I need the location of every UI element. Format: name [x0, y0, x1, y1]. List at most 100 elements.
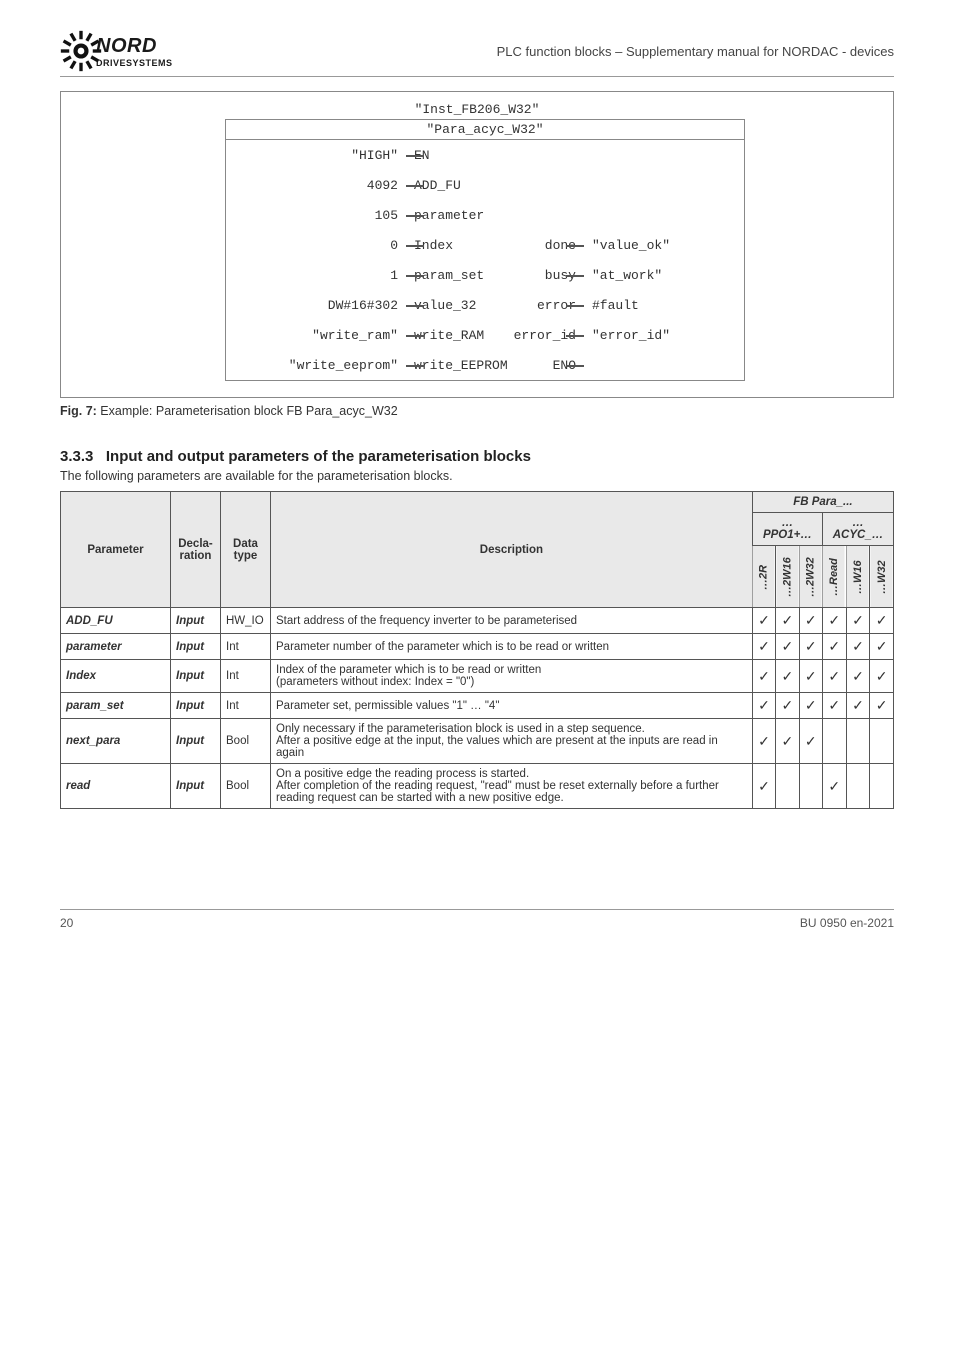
table-cell: ✓: [752, 719, 775, 764]
th-description: Description: [271, 492, 753, 608]
parameter-table: Parameter Decla- ration Data type Descri…: [60, 491, 894, 809]
table-cell: parameter: [61, 634, 171, 660]
table-cell: ✓: [870, 608, 894, 634]
th-group-top: FB Para_...: [752, 492, 893, 513]
gear-icon: [60, 30, 102, 72]
th-sub-w32: …W32: [870, 546, 894, 608]
brand-name: NORD: [96, 35, 173, 58]
table-cell: Start address of the frequency inverter …: [271, 608, 753, 634]
table-cell: ✓: [752, 634, 775, 660]
table-row: next_paraInputBoolOnly necessary if the …: [61, 719, 894, 764]
fb-out-val: #fault: [592, 298, 639, 313]
th-sub-2r: …2R: [752, 546, 775, 608]
table-row: IndexInputIntIndex of the parameter whic…: [61, 660, 894, 693]
th-sub-2w32: …2W32: [799, 546, 822, 608]
fb-instance-name: "Inst_FB206_W32": [81, 102, 873, 117]
header-doc-title: PLC function blocks – Supplementary manu…: [497, 44, 894, 59]
table-cell: [870, 719, 894, 764]
table-row: param_setInputIntParameter set, permissi…: [61, 693, 894, 719]
footer-doc-id: BU 0950 en-2021: [800, 916, 894, 930]
th-group-acyc: …ACYC_…: [822, 513, 893, 546]
table-cell: Index of the parameter which is to be re…: [271, 660, 753, 693]
table-cell: Bool: [221, 719, 271, 764]
fb-out-val: "value_ok": [592, 238, 670, 253]
table-cell: Input: [171, 634, 221, 660]
table-cell: Bool: [221, 764, 271, 809]
table-cell: Int: [221, 660, 271, 693]
page-footer: 20 BU 0950 en-2021: [60, 909, 894, 930]
th-sub-2w16: …2W16: [776, 546, 799, 608]
table-cell: ✓: [822, 608, 846, 634]
table-cell: Input: [171, 764, 221, 809]
fb-in-val: 105: [375, 208, 398, 223]
th-group-ppo1: …PPO1+…: [752, 513, 822, 546]
table-cell: ✓: [799, 608, 822, 634]
table-cell: Int: [221, 693, 271, 719]
table-cell: read: [61, 764, 171, 809]
figure-caption: Fig. 7: Example: Parameterisation block …: [60, 404, 894, 418]
fb-type-name: "Para_acyc_W32": [226, 120, 744, 140]
table-cell: ✓: [822, 634, 846, 660]
figure-label: Fig. 7:: [60, 404, 97, 418]
section-description: The following parameters are available f…: [60, 469, 894, 483]
fb-in-val: "write_eeprom": [289, 358, 398, 373]
table-cell: ✓: [752, 764, 775, 809]
brand-logo: NORD DRIVESYSTEMS: [60, 30, 173, 72]
table-cell: ✓: [870, 693, 894, 719]
table-cell: ✓: [870, 660, 894, 693]
table-cell: next_para: [61, 719, 171, 764]
fb-in-val: 1: [390, 268, 398, 283]
fb-in-val: "HIGH": [351, 148, 398, 163]
table-cell: Parameter number of the parameter which …: [271, 634, 753, 660]
table-cell: param_set: [61, 693, 171, 719]
section-heading: 3.3.3 Input and output parameters of the…: [60, 448, 894, 465]
table-cell: ✓: [776, 608, 799, 634]
table-cell: ✓: [822, 764, 846, 809]
section-number: 3.3.3: [60, 448, 93, 465]
table-cell: ✓: [752, 660, 775, 693]
table-cell: [846, 719, 870, 764]
table-cell: ✓: [870, 634, 894, 660]
table-cell: HW_IO: [221, 608, 271, 634]
fb-out-val: "error_id": [592, 328, 670, 343]
section-title: Input and output parameters of the param…: [106, 448, 531, 465]
table-cell: ✓: [846, 660, 870, 693]
table-cell: ✓: [822, 660, 846, 693]
page-header: NORD DRIVESYSTEMS PLC function blocks – …: [60, 30, 894, 77]
function-block-diagram: "Inst_FB206_W32" "Para_acyc_W32" "HIGH" …: [60, 91, 894, 398]
table-cell: ✓: [822, 693, 846, 719]
table-cell: ✓: [846, 693, 870, 719]
table-cell: ✓: [752, 693, 775, 719]
th-declaration: Decla- ration: [171, 492, 221, 608]
table-cell: [822, 719, 846, 764]
th-parameter: Parameter: [61, 492, 171, 608]
fb-in-val: 0: [390, 238, 398, 253]
table-cell: ✓: [846, 634, 870, 660]
table-cell: Index: [61, 660, 171, 693]
table-cell: On a positive edge the reading process i…: [271, 764, 753, 809]
brand-sub: DRIVESYSTEMS: [96, 58, 173, 68]
fb-in-val: 4092: [367, 178, 398, 193]
table-cell: Input: [171, 660, 221, 693]
table-cell: ✓: [846, 608, 870, 634]
table-cell: ✓: [776, 634, 799, 660]
footer-page-number: 20: [60, 916, 73, 930]
fb-in-val: "write_ram": [312, 328, 398, 343]
table-cell: Input: [171, 693, 221, 719]
table-cell: Parameter set, permissible values "1" … …: [271, 693, 753, 719]
table-cell: Input: [171, 719, 221, 764]
table-cell: Input: [171, 608, 221, 634]
table-cell: ADD_FU: [61, 608, 171, 634]
table-row: readInputBoolOn a positive edge the read…: [61, 764, 894, 809]
table-cell: ✓: [776, 719, 799, 764]
table-cell: ✓: [799, 693, 822, 719]
table-cell: [870, 764, 894, 809]
table-cell: [799, 764, 822, 809]
table-cell: ✓: [752, 608, 775, 634]
table-cell: ✓: [799, 634, 822, 660]
table-row: ADD_FUInputHW_IOStart address of the fre…: [61, 608, 894, 634]
table-cell: Only necessary if the parameterisation b…: [271, 719, 753, 764]
th-sub-read: …Read: [822, 546, 846, 608]
fb-out-val: "at_work": [592, 268, 662, 283]
table-cell: [846, 764, 870, 809]
